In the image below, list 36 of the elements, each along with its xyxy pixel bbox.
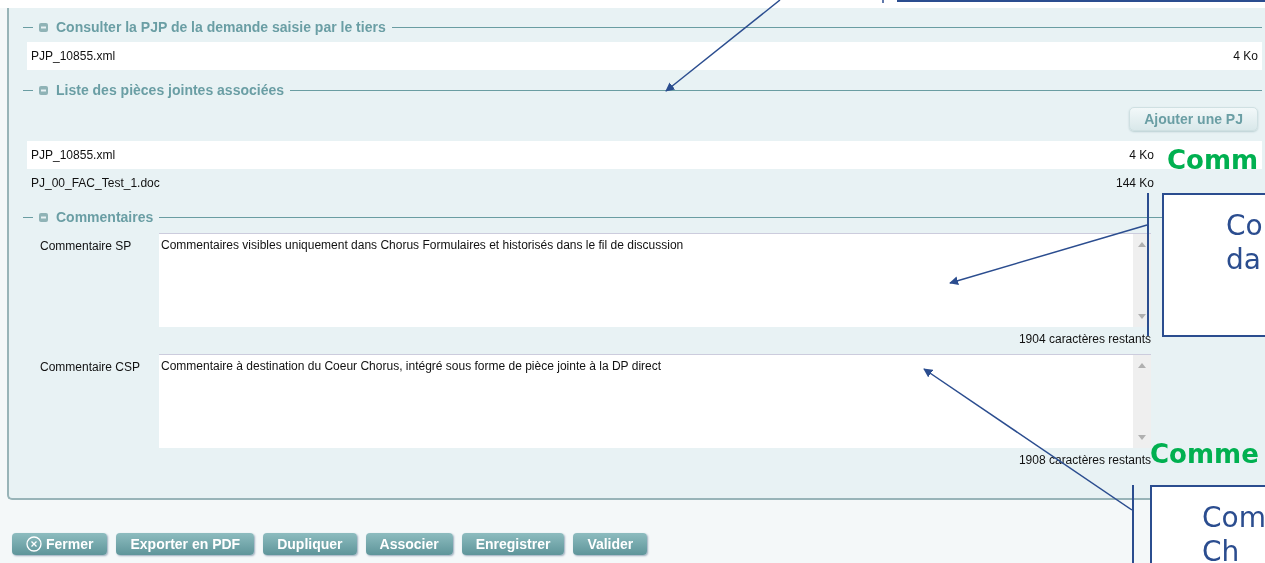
collapse-icon[interactable]: [39, 212, 48, 222]
comment-field[interactable]: Commentaire à destination du Coeur Chorus, intégré sous forme de pièce jointe à la DP direct: [159, 354, 1151, 448]
close-button[interactable]: Fermer: [12, 533, 108, 555]
action-button[interactable]: Dupliquer: [263, 533, 357, 555]
section-title: Liste des pièces jointes associées: [56, 82, 284, 98]
callout-heading: Comme: [1150, 438, 1259, 471]
file-size: 4 Ko: [1129, 148, 1154, 162]
close-icon: [26, 536, 42, 552]
file-name[interactable]: PJP_10855.xml: [31, 49, 116, 63]
action-button[interactable]: Enregistrer: [461, 533, 565, 555]
collapse-icon[interactable]: [39, 85, 48, 95]
scroll-down-icon[interactable]: [1138, 435, 1146, 440]
section-title: Commentaires: [56, 209, 154, 225]
comment-field[interactable]: Commentaires visibles uniquement dans Chorus Formulaires et historisés dans le fil de discussion: [159, 233, 1151, 327]
action-button[interactable]: Valider: [573, 533, 648, 555]
action-button[interactable]: Exporter en PDF: [116, 533, 255, 555]
action-button[interactable]: Associer: [365, 533, 453, 555]
file-size: 4 Ko: [1233, 49, 1258, 63]
remaining-characters: 1904 caractères restants: [1018, 332, 1151, 346]
scroll-up-icon[interactable]: [1138, 363, 1146, 368]
file-name[interactable]: PJ_00_FAC_Test_1.doc: [31, 176, 160, 190]
file-size: 144 Ko: [1115, 176, 1154, 190]
callout-text: da: [1226, 243, 1262, 277]
field-label: Commentaire CSP: [39, 359, 142, 376]
scroll-up-icon[interactable]: [1138, 242, 1146, 247]
scrollbar[interactable]: [1133, 355, 1151, 448]
field-label: Commentaire SP: [39, 238, 133, 255]
collapse-icon[interactable]: [39, 22, 48, 32]
callout-text: Com: [1202, 501, 1265, 535]
scroll-down-icon[interactable]: [1138, 314, 1146, 319]
file-name[interactable]: PJP_10855.xml: [31, 148, 116, 162]
callout-text: Ch: [1202, 535, 1241, 563]
add-attachment-button[interactable]: Ajouter une PJ: [1129, 107, 1258, 131]
callout-heading: Comm: [1167, 144, 1259, 177]
section-title: Consulter la PJP de la demande saisie par le tiers: [56, 19, 386, 35]
callout-text: Co: [1226, 209, 1264, 243]
